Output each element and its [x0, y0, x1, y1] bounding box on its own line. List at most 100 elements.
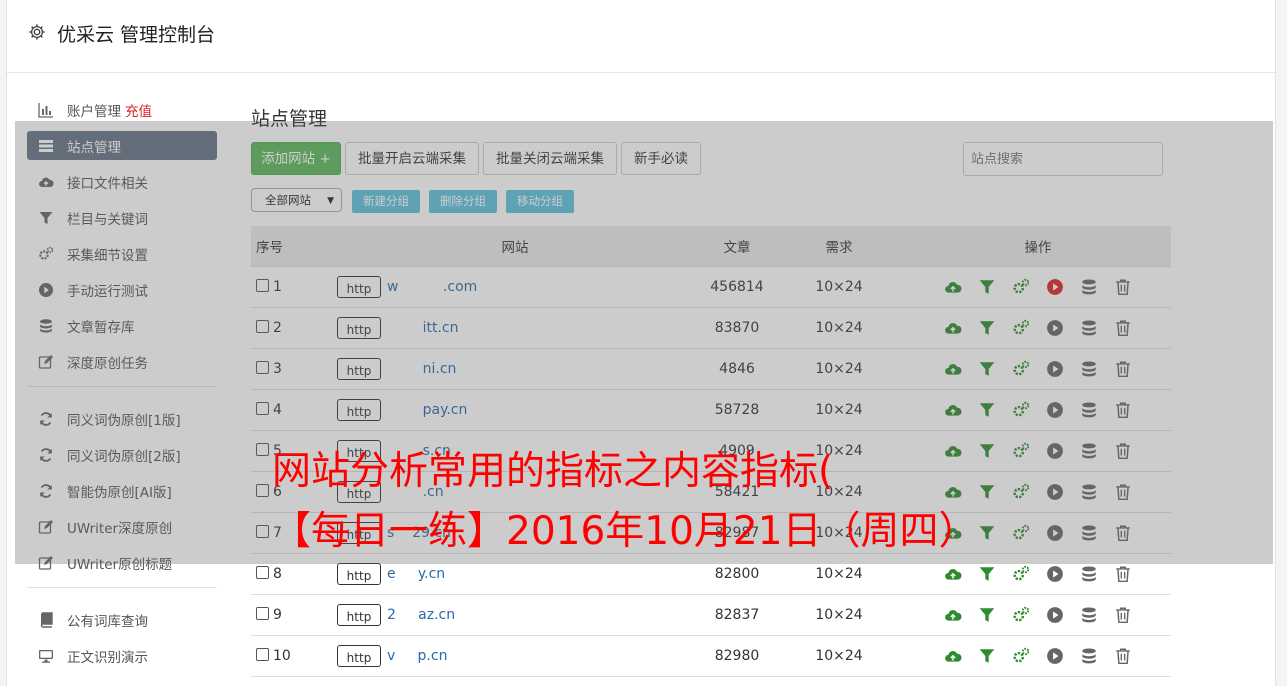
sidebar-item-sidebar-items-0[interactable]: 账户管理 充值	[27, 95, 217, 124]
play-icon[interactable]	[1046, 401, 1064, 419]
sidebar-item-sidebar-items-7[interactable]: 深度原创任务	[27, 347, 217, 376]
cloud-upload-icon[interactable]	[944, 647, 962, 665]
trash-icon[interactable]	[1114, 401, 1132, 419]
filter-icon[interactable]	[978, 401, 996, 419]
database-icon[interactable]	[1080, 319, 1098, 337]
filter-icon[interactable]	[978, 360, 996, 378]
site-link[interactable]: pay.cn	[387, 402, 468, 418]
demand-value[interactable]: 10×24	[773, 594, 905, 636]
articles-count[interactable]: 456814	[701, 266, 773, 308]
database-icon[interactable]	[1080, 442, 1098, 460]
filter-icon[interactable]	[978, 647, 996, 665]
sidebar-item-sidebar-items-1[interactable]: 站点管理	[27, 131, 217, 160]
row-checkbox[interactable]	[256, 484, 269, 497]
trash-icon[interactable]	[1114, 319, 1132, 337]
database-icon[interactable]	[1080, 278, 1098, 296]
row-checkbox[interactable]	[256, 566, 269, 579]
play-icon[interactable]	[1046, 606, 1064, 624]
cogs-icon[interactable]	[1012, 401, 1030, 419]
cogs-icon[interactable]	[1012, 606, 1030, 624]
database-icon[interactable]	[1080, 360, 1098, 378]
trash-icon[interactable]	[1114, 524, 1132, 542]
articles-count[interactable]: 82837	[701, 594, 773, 636]
trash-icon[interactable]	[1114, 442, 1132, 460]
sidebar-item-sidebar-items-3[interactable]: 栏目与关键词	[27, 203, 217, 232]
sidebar-item-sidebar-items2-2[interactable]: 智能伪原创[AI版]	[27, 476, 217, 505]
cloud-upload-icon[interactable]	[944, 401, 962, 419]
sidebar-item-sidebar-items2-1[interactable]: 同义词伪原创[2版]	[27, 440, 217, 469]
trash-icon[interactable]	[1114, 483, 1132, 501]
site-link[interactable]: ni.cn	[387, 361, 457, 377]
cogs-icon[interactable]	[1012, 319, 1030, 337]
row-checkbox[interactable]	[256, 525, 269, 538]
play-icon[interactable]	[1046, 360, 1064, 378]
cogs-icon[interactable]	[1012, 278, 1030, 296]
sidebar-item-sidebar-items2-4[interactable]: UWriter原创标题	[27, 548, 217, 577]
articles-count[interactable]: 82980	[701, 635, 773, 677]
row-checkbox[interactable]	[256, 279, 269, 292]
cloud-upload-icon[interactable]	[944, 278, 962, 296]
cogs-icon[interactable]	[1012, 565, 1030, 583]
site-link[interactable]: 2 az.cn	[387, 607, 455, 623]
filter-icon[interactable]	[978, 278, 996, 296]
site-search-input[interactable]	[963, 142, 1163, 176]
recharge-link[interactable]: 充值	[125, 100, 152, 120]
batch-open-cloud-button[interactable]: 批量开启云端采集	[345, 142, 479, 175]
group-select[interactable]: 全部网站 ▼	[251, 188, 342, 212]
sidebar-item-sidebar-items2-3[interactable]: UWriter深度原创	[27, 512, 217, 541]
new-group-button[interactable]: 新建分组	[352, 190, 420, 213]
move-group-button[interactable]: 移动分组	[506, 190, 574, 213]
row-checkbox[interactable]	[256, 443, 269, 456]
trash-icon[interactable]	[1114, 565, 1132, 583]
database-icon[interactable]	[1080, 647, 1098, 665]
trash-icon[interactable]	[1114, 606, 1132, 624]
trash-icon[interactable]	[1114, 278, 1132, 296]
trash-icon[interactable]	[1114, 647, 1132, 665]
sidebar-item-sidebar-items-4[interactable]: 采集细节设置	[27, 239, 217, 268]
site-link[interactable]: itt.cn	[387, 320, 459, 336]
demand-value[interactable]: 10×24	[773, 635, 905, 677]
sidebar-item-sidebar-items2-0[interactable]: 同义词伪原创[1版]	[27, 404, 217, 433]
articles-count[interactable]: 83870	[701, 307, 773, 349]
play-icon[interactable]	[1046, 647, 1064, 665]
row-checkbox[interactable]	[256, 320, 269, 333]
filter-icon[interactable]	[978, 565, 996, 583]
sidebar-item-sidebar-items-2[interactable]: 接口文件相关	[27, 167, 217, 196]
sidebar-item-sidebar-items-6[interactable]: 文章暂存库	[27, 311, 217, 340]
database-icon[interactable]	[1080, 524, 1098, 542]
cogs-icon[interactable]	[1012, 647, 1030, 665]
database-icon[interactable]	[1080, 401, 1098, 419]
row-checkbox[interactable]	[256, 607, 269, 620]
batch-close-cloud-button[interactable]: 批量关闭云端采集	[483, 142, 617, 175]
demand-value[interactable]: 10×24	[773, 348, 905, 390]
trash-icon[interactable]	[1114, 360, 1132, 378]
delete-group-button[interactable]: 删除分组	[429, 190, 497, 213]
sidebar-item-sidebar-items-5[interactable]: 手动运行测试	[27, 275, 217, 304]
play-icon[interactable]	[1046, 319, 1064, 337]
cloud-upload-icon[interactable]	[944, 319, 962, 337]
demand-value[interactable]: 10×24	[773, 389, 905, 431]
site-link[interactable]: v p.cn	[387, 648, 447, 664]
demand-value[interactable]: 10×24	[773, 307, 905, 349]
cogs-icon[interactable]	[1012, 360, 1030, 378]
play-icon[interactable]	[1046, 278, 1064, 296]
play-icon[interactable]	[1046, 565, 1064, 583]
database-icon[interactable]	[1080, 483, 1098, 501]
articles-count[interactable]: 58728	[701, 389, 773, 431]
row-checkbox[interactable]	[256, 361, 269, 374]
filter-icon[interactable]	[978, 606, 996, 624]
demand-value[interactable]: 10×24	[773, 266, 905, 308]
database-icon[interactable]	[1080, 565, 1098, 583]
site-link[interactable]: e y.cn	[387, 566, 445, 582]
newbie-guide-button[interactable]: 新手必读	[621, 142, 701, 175]
row-checkbox[interactable]	[256, 648, 269, 661]
sidebar-item-sidebar-items3-0[interactable]: 公有词库查询	[27, 605, 217, 634]
sidebar-item-sidebar-items3-1[interactable]: 正文识别演示	[27, 641, 217, 670]
row-checkbox[interactable]	[256, 402, 269, 415]
filter-icon[interactable]	[978, 319, 996, 337]
cloud-upload-icon[interactable]	[944, 360, 962, 378]
articles-count[interactable]: 4846	[701, 348, 773, 390]
cloud-upload-icon[interactable]	[944, 606, 962, 624]
database-icon[interactable]	[1080, 606, 1098, 624]
add-site-button[interactable]: 添加网站 +	[251, 142, 341, 175]
